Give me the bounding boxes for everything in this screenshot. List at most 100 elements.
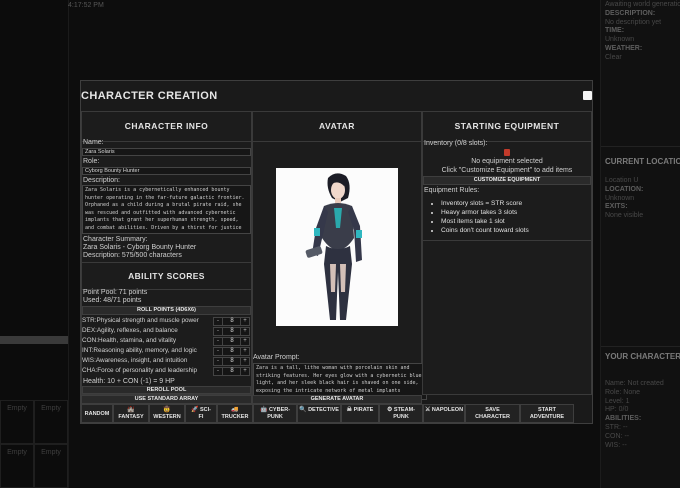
button-label: NAPOLEON: [431, 407, 464, 413]
character-info-column: CHARACTER INFO Name: Zara Solaris Role: …: [81, 111, 252, 395]
decrement-button[interactable]: -: [214, 328, 223, 335]
info-line: HP: 0/0: [605, 406, 629, 414]
increment-button[interactable]: +: [240, 348, 249, 355]
rule-item: Most items take 1 slot: [441, 217, 529, 226]
character-info: Name: Not created Role: None Level: 1 HP: 0…: [605, 380, 664, 450]
increment-button[interactable]: +: [240, 358, 249, 365]
description-textarea[interactable]: Zara Solaris is a cybernetically enhance…: [82, 185, 251, 234]
customize-equipment-button[interactable]: CUSTOMIZE EQUIPMENT: [423, 176, 591, 185]
decrement-button[interactable]: -: [214, 358, 223, 365]
genre-button-bar: RANDOM 🏰 FANTASY 🤠 WESTERN 🚀 SCI- FI 🚚 TRUCKE…: [81, 404, 592, 423]
stat-label: DEX:Agility, reflexes, and balance: [82, 327, 178, 334]
location-info: Location U LOCATION: Unknown EXITS: None vis…: [605, 177, 643, 221]
standard-array-button[interactable]: USE STANDARD ARRAY: [81, 395, 252, 404]
inventory-slot[interactable]: Empty: [34, 444, 68, 488]
button-label: START: [538, 407, 556, 413]
info-line: Role: None: [605, 388, 641, 396]
cyber-punk-button[interactable]: 🤖 CYBER- PUNK: [253, 404, 297, 423]
stat-value: 8: [230, 318, 234, 324]
genre-icon: ⚔: [424, 407, 431, 413]
pirate-button[interactable]: ☠ PIRATE: [341, 404, 379, 423]
rule-item: Coins don't count toward slots: [441, 226, 529, 235]
genre-icon: ☠: [346, 407, 353, 413]
stat-stepper[interactable]: - 8 +: [213, 337, 250, 346]
increment-button[interactable]: +: [240, 368, 249, 375]
stat-stepper[interactable]: - 8 +: [213, 357, 250, 366]
stat-stepper[interactable]: - 8 +: [213, 317, 250, 326]
stat-row: CHA:Force of personality and leadership -…: [82, 367, 252, 377]
stat-row: STR:Physical strength and muscle power - 8…: [82, 317, 252, 327]
genre-icon: 🤠: [163, 407, 171, 413]
fantasy-button[interactable]: 🏰 FANTASY: [113, 404, 149, 423]
button-label: CYBER-: [268, 407, 291, 413]
stat-label: CON:Health, stamina, and vitality: [82, 337, 177, 344]
summary-name: Zara Solaris - Cyborg Bounty Hunter: [83, 244, 197, 251]
button-label: FI: [198, 414, 204, 420]
stat-row: DEX:Agility, reflexes, and balance - 8 +: [82, 327, 252, 337]
start-adventure-button[interactable]: START ADVENTURE: [520, 404, 574, 423]
current-location-heading: CURRENT LOCATION: [605, 157, 680, 166]
divider: [601, 346, 680, 347]
summary-label: Character Summary:: [83, 236, 148, 243]
decrement-button[interactable]: -: [214, 338, 223, 345]
stat-label: INT:Reasoning ability, memory, and logic: [82, 347, 197, 354]
decrement-button[interactable]: -: [214, 318, 223, 325]
inventory-slot[interactable]: Empty: [0, 444, 34, 488]
info-line: Name: Not created: [605, 380, 664, 387]
reroll-pool-button[interactable]: REROLL POOL: [82, 386, 251, 394]
trucker-button[interactable]: 🚚 TRUCKER: [217, 404, 253, 423]
close-checkbox[interactable]: [583, 91, 592, 100]
generate-avatar-button[interactable]: GENERATE AVATAR: [252, 395, 422, 404]
stat-row: INT:Reasoning ability, memory, and logic…: [82, 347, 252, 357]
stat-label: WIS:Awareness, insight, and intuition: [82, 357, 188, 364]
random-button[interactable]: RANDOM: [81, 404, 113, 423]
info-line: CON: --: [605, 432, 630, 440]
western-button[interactable]: 🤠 WESTERN: [149, 404, 185, 423]
info-line: Awaiting world generation: [605, 1, 680, 8]
button-label: DETECTIVE: [308, 407, 339, 413]
info-line: EXITS:: [605, 203, 628, 211]
genre-icon: 🏰: [127, 407, 135, 413]
inventory-slot[interactable]: Empty: [34, 400, 68, 444]
equipment-rules-label: Equipment Rules:: [424, 187, 480, 194]
stat-stepper[interactable]: - 8 +: [213, 347, 250, 356]
genre-icon: ⚙: [386, 407, 393, 413]
role-input[interactable]: Cyborg Bounty Hunter: [82, 167, 251, 175]
equipment-hint: Click "Customize Equipment" to add items: [441, 167, 573, 174]
world-info: Awaiting world generation DESCRIPTION: No …: [605, 1, 680, 63]
equipment-rules-list: Inventory slots = STR score Heavy armor …: [423, 199, 529, 235]
increment-button[interactable]: +: [240, 338, 249, 345]
napoleon-button[interactable]: ⚔ NAPOLEON: [423, 404, 465, 423]
info-line: Level: 1: [605, 397, 630, 405]
no-equipment-text: No equipment selected: [471, 158, 543, 165]
decrement-button[interactable]: -: [214, 348, 223, 355]
steam-punk-button[interactable]: ⚙ STEAM- PUNK: [379, 404, 423, 423]
inventory-slot[interactable]: Empty: [0, 400, 34, 444]
divider: [601, 146, 680, 147]
stat-value: 8: [230, 348, 234, 354]
detective-button[interactable]: 🔍 DETECTIVE: [297, 404, 341, 423]
increment-button[interactable]: +: [240, 328, 249, 335]
info-line: No description yet: [605, 18, 662, 26]
info-line: WIS: --: [605, 441, 627, 449]
name-input[interactable]: Zara Solaris: [82, 148, 251, 156]
button-label: SCI-: [200, 407, 211, 413]
avatar-prompt-label: Avatar Prompt:: [253, 354, 300, 361]
health-formula: Health: 10 + CON (-1) = 9 HP: [83, 378, 175, 385]
points-used: Used: 48/71 points: [83, 297, 142, 304]
stat-stepper[interactable]: - 8 +: [213, 367, 250, 376]
starting-equipment-heading: STARTING EQUIPMENT: [423, 112, 591, 142]
roll-points-button[interactable]: ROLL POINTS (4D6X6): [82, 306, 251, 315]
increment-button[interactable]: +: [240, 318, 249, 325]
sci-fi-button[interactable]: 🚀 SCI- FI: [185, 404, 217, 423]
info-line: ABILITIES:: [605, 415, 642, 423]
stat-value: 8: [230, 358, 234, 364]
right-panel: Awaiting world generation DESCRIPTION: No …: [600, 0, 680, 488]
save-character-button[interactable]: SAVE CHARACTER: [465, 404, 520, 423]
genre-icon: 🤖: [259, 407, 268, 413]
stat-stepper[interactable]: - 8 +: [213, 327, 250, 336]
button-label: WESTERN: [153, 414, 181, 420]
summary-description-count: Description: 575/500 characters: [83, 252, 182, 259]
decrement-button[interactable]: -: [214, 368, 223, 375]
rule-item: Heavy armor takes 3 slots: [441, 208, 529, 217]
